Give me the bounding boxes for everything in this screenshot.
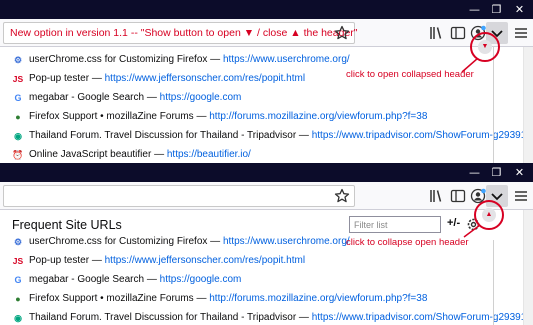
list-item[interactable]: ◉ Thailand Forum. Travel Discussion for …	[12, 308, 533, 325]
item-url[interactable]: https://www.userchrome.org/	[223, 54, 350, 65]
mozillazine-favicon: ●	[15, 112, 21, 122]
item-title: Online JavaScript beautifier	[29, 149, 152, 160]
minimize-button[interactable]: —	[464, 163, 485, 182]
item-title: Pop-up tester	[29, 73, 90, 84]
item-url[interactable]: https://www.tripadvisor.com/ShowForum-g2…	[312, 130, 533, 141]
restore-button[interactable]: ❐	[486, 163, 507, 182]
item-url[interactable]: https://www.jeffersonscher.com/res/popit…	[105, 73, 305, 84]
js-favicon: JS	[12, 74, 24, 84]
item-title: Firefox Support • mozillaZine Forums	[29, 111, 194, 122]
item-url[interactable]: https://beautifier.io/	[167, 149, 251, 160]
tripadvisor-favicon: ◉	[14, 313, 22, 323]
hamburger-menu-icon[interactable]	[512, 24, 530, 42]
google-favicon: G	[14, 93, 22, 103]
item-title: userChrome.css for Customizing Firefox	[29, 236, 208, 247]
sidebar-icon[interactable]	[449, 24, 467, 42]
expand-collapse-all-button[interactable]: +/-	[447, 217, 460, 229]
scrollbar[interactable]	[523, 47, 533, 163]
item-separator: —	[144, 274, 160, 285]
list-item[interactable]: ● Firefox Support • mozillaZine Forums —…	[12, 289, 512, 309]
item-separator: —	[193, 293, 210, 304]
item-url[interactable]: https://www.userchrome.org/	[223, 236, 350, 247]
panel-divider	[493, 47, 494, 163]
userchrome-favicon: ⚙	[13, 55, 23, 65]
library-icon[interactable]	[428, 24, 446, 42]
item-separator: —	[144, 92, 160, 103]
item-url[interactable]: https://google.com	[160, 92, 242, 103]
bookmark-star-icon[interactable]	[334, 188, 350, 204]
url-bar[interactable]: New option in version 1.1 -- "Show butto…	[3, 22, 358, 44]
open-header-annotation: click to open collapsed header	[346, 69, 474, 80]
item-title: Thailand Forum. Travel Discussion for Th…	[29, 130, 297, 141]
item-separator: —	[207, 236, 223, 247]
item-title: megabar - Google Search	[29, 92, 145, 103]
item-separator: —	[89, 255, 105, 266]
sidebar-icon[interactable]	[449, 187, 467, 205]
item-separator: —	[193, 111, 210, 122]
item-separator: —	[151, 149, 167, 160]
item-separator: —	[207, 54, 223, 65]
list-item[interactable]: JS Pop-up tester — https://www.jefferson…	[12, 251, 512, 271]
item-url[interactable]: https://www.jeffersonscher.com/res/popit…	[105, 255, 305, 266]
item-separator: —	[296, 312, 312, 323]
restore-button[interactable]: ❐	[486, 0, 507, 19]
userchrome-favicon: ⚙	[13, 237, 23, 247]
list-item[interactable]: G megabar - Google Search — https://goog…	[12, 88, 512, 108]
item-title: Firefox Support • mozillaZine Forums	[29, 293, 194, 304]
item-title: Pop-up tester	[29, 255, 90, 266]
url-bar[interactable]	[3, 185, 355, 207]
minimize-button[interactable]: —	[464, 0, 485, 19]
item-title: megabar - Google Search	[29, 274, 145, 285]
bottom-screenshot-panel: — ❐ ✕ Frequent Site URLs +/-	[0, 163, 533, 325]
hamburger-menu-icon[interactable]	[512, 187, 530, 205]
item-url[interactable]: https://google.com	[160, 274, 242, 285]
collapse-header-annotation: click to collapse open header	[346, 237, 469, 248]
navigation-toolbar	[0, 182, 533, 210]
item-title: Thailand Forum. Travel Discussion for Th…	[29, 312, 297, 323]
item-separator: —	[296, 130, 312, 141]
mozillazine-favicon: ●	[15, 294, 21, 304]
top-screenshot-panel: — ❐ ✕ New option in version 1.1 -- "Show…	[0, 0, 533, 163]
window-titlebar: — ❐ ✕	[0, 0, 533, 19]
bookmark-star-icon[interactable]	[334, 25, 350, 41]
list-item[interactable]: ◉ Thailand Forum. Travel Discussion for …	[12, 126, 533, 146]
item-url[interactable]: http://forums.mozillazine.org/viewforum.…	[209, 111, 427, 122]
navigation-toolbar: New option in version 1.1 -- "Show butto…	[0, 19, 533, 47]
google-favicon: G	[14, 275, 22, 285]
close-button[interactable]: ✕	[509, 163, 530, 182]
close-button[interactable]: ✕	[509, 0, 530, 19]
tripadvisor-favicon: ◉	[14, 131, 22, 141]
library-icon[interactable]	[428, 187, 446, 205]
list-item[interactable]: ⚙ userChrome.css for Customizing Firefox…	[12, 50, 512, 70]
item-separator: —	[89, 73, 105, 84]
panel-title: Frequent Site URLs	[12, 218, 122, 232]
item-title: userChrome.css for Customizing Firefox	[29, 54, 208, 65]
item-url[interactable]: https://www.tripadvisor.com/ShowForum-g2…	[312, 312, 533, 323]
filter-input[interactable]	[349, 216, 441, 233]
list-item[interactable]: G megabar - Google Search — https://goog…	[12, 270, 512, 290]
panel-divider	[493, 240, 494, 325]
scrollbar[interactable]	[523, 210, 533, 325]
item-url[interactable]: http://forums.mozillazine.org/viewforum.…	[209, 293, 427, 304]
version-note: New option in version 1.1 -- "Show butto…	[10, 27, 358, 39]
js-favicon: JS	[12, 256, 24, 266]
window-titlebar: — ❐ ✕	[0, 163, 533, 182]
list-item[interactable]: ● Firefox Support • mozillaZine Forums —…	[12, 107, 512, 127]
beautifier-favicon: ⏰	[12, 150, 24, 160]
list-item[interactable]: ⏰ Online JavaScript beautifier — https:/…	[12, 145, 512, 163]
